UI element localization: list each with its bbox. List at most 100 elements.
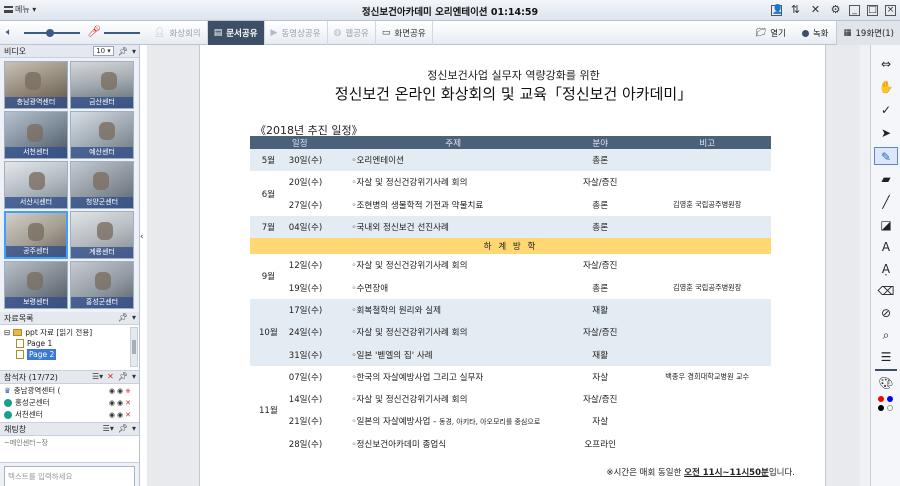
participant-item[interactable]: 서천센터 ◉◉✕ bbox=[4, 409, 135, 421]
slider-handle[interactable] bbox=[46, 29, 54, 37]
color-swatch-blue[interactable] bbox=[887, 396, 893, 402]
table-row: 19일(수) ◦수면장애 총론 김영훈 국립공주병원장 bbox=[250, 276, 771, 299]
minimize-icon[interactable]: _ bbox=[849, 4, 860, 16]
pin-icon[interactable]: 📌︎ bbox=[118, 424, 128, 433]
video-cell[interactable]: 서산시센터 bbox=[4, 161, 68, 209]
note-cell bbox=[643, 298, 771, 322]
monitor-icon: ▭ bbox=[381, 28, 391, 38]
highlighter-icon[interactable]: ▰ bbox=[874, 170, 898, 188]
play-icon: ▶ bbox=[270, 28, 278, 38]
expand-arrows-icon[interactable]: ⇔ bbox=[874, 55, 898, 73]
tab-video-share[interactable]: ▶ 동영상공유 bbox=[265, 21, 328, 45]
pin-icon[interactable]: 📌︎ bbox=[118, 313, 128, 322]
date-cell: 17일(수) bbox=[286, 298, 350, 322]
video-cell[interactable]: 공주센터 bbox=[4, 211, 68, 259]
transfer-icon[interactable]: ⇅ bbox=[789, 3, 802, 17]
collapse-panel-icon[interactable]: ‹ bbox=[140, 230, 147, 244]
line-width-icon[interactable]: ☰ bbox=[874, 348, 898, 366]
dropdown-icon[interactable]: ▾ bbox=[132, 372, 136, 381]
user-icon[interactable]: 👤 bbox=[771, 4, 783, 16]
video-count-select[interactable]: 10 ▾ bbox=[93, 46, 114, 56]
record-button[interactable]: 녹화 bbox=[794, 27, 837, 39]
speaker-volume-slider[interactable] bbox=[24, 29, 80, 37]
zoom-icon[interactable]: ⌕ bbox=[874, 326, 898, 344]
category-cell: 자살/증진 bbox=[556, 387, 644, 411]
tab-document-share[interactable]: ▤ 문서공유 bbox=[207, 21, 265, 45]
category-cell: 총론 bbox=[556, 193, 644, 216]
table-row: 6월 20일(수) ◦자살 및 정신건강위기사례 회의 자살/증진 bbox=[250, 171, 771, 216]
line-icon[interactable]: ╱ bbox=[874, 193, 898, 211]
date-cell: 21일(수) bbox=[286, 410, 350, 433]
video-cell[interactable]: 계룡센터 bbox=[70, 211, 134, 259]
color-swatch-black[interactable] bbox=[878, 405, 884, 411]
topic-cell: ◦자살 및 정신건강위기사례 회의 bbox=[349, 254, 557, 277]
video-grid: 충남광역센터 금산센터 서천센터 예산센터 서산시센터 청양군센터 공주센터 계… bbox=[0, 58, 139, 312]
page-icon bbox=[16, 350, 24, 359]
document-scrollbar[interactable] bbox=[860, 45, 870, 486]
tab-video-conference[interactable]: 👤︎ 화상회의 bbox=[148, 21, 208, 45]
page-layout-button[interactable]: ▦ 19화면(1) bbox=[836, 21, 900, 45]
palette-icon[interactable]: 🎨︎ bbox=[874, 374, 898, 392]
text-icon[interactable]: A bbox=[874, 238, 898, 256]
close-icon[interactable]: × bbox=[885, 4, 896, 16]
scroll-thumb[interactable] bbox=[132, 340, 136, 354]
tree-page[interactable]: Page 1 bbox=[4, 338, 135, 349]
dropdown-icon[interactable]: ▾ bbox=[132, 47, 136, 56]
topic-cell: ◦오리엔테이션 bbox=[349, 149, 557, 172]
color-swatch-red[interactable] bbox=[878, 396, 884, 402]
pin-icon[interactable]: 📌︎ bbox=[118, 47, 128, 56]
list-icon[interactable]: ☰▾ bbox=[92, 372, 103, 381]
topic-cell: ◦국내외 정신보건 선진사례 bbox=[349, 215, 557, 239]
check-icon[interactable]: ✓ bbox=[874, 101, 898, 119]
pin-icon[interactable]: 📌︎ bbox=[118, 372, 128, 381]
color-swatch-white[interactable] bbox=[887, 405, 893, 411]
mic-muted-icon[interactable]: ✕ bbox=[107, 372, 114, 381]
pen-icon[interactable]: ✎ bbox=[874, 147, 898, 165]
open-button[interactable]: 📁︎ 열기 bbox=[747, 27, 793, 39]
tab-screen-share[interactable]: ▭ 화면공유 bbox=[376, 21, 433, 45]
participant-status-icons: ◉◉✕ bbox=[108, 411, 133, 419]
video-cell[interactable]: 홍성군센터 bbox=[70, 261, 134, 309]
main-toolbar: 🔈︎ 🎤︎ 👤︎ 화상회의 ▤ 문서공유 ▶ 동영상공유 ◍ 웹공유 ▭ 화면공유 📁︎ 열… bbox=[0, 21, 900, 45]
video-cell[interactable]: 청양군센터 bbox=[70, 161, 134, 209]
speaker-icon[interactable]: 🔈︎ bbox=[6, 27, 12, 38]
note-cell: 김영훈 국립공주병원장 bbox=[643, 276, 771, 299]
pointer-arrow-icon[interactable]: ➤ bbox=[874, 124, 898, 142]
tree-page-selected[interactable]: Page 2 bbox=[4, 349, 135, 360]
video-cell[interactable]: 충남광역센터 bbox=[4, 61, 68, 109]
video-cell[interactable]: 금산센터 bbox=[70, 61, 134, 109]
tools-icon[interactable]: ✕ bbox=[809, 3, 822, 17]
table-row: 31일(수) ◦일본 '벧엘의 집' 사례 재활 bbox=[250, 343, 771, 366]
text-style-icon[interactable]: Ạ bbox=[874, 260, 898, 278]
record-icon bbox=[801, 29, 809, 37]
title-bar-controls: 👤 ⇅ ✕ ⚙ _ □ × bbox=[771, 3, 896, 17]
document-page: 정신보건사업 실무자 역량강화를 위한 정신보건 온라인 화상회의 및 교육「정… bbox=[199, 45, 826, 486]
tab-web-share[interactable]: ◍ 웹공유 bbox=[328, 21, 376, 45]
clear-icon[interactable]: ⊘ bbox=[874, 304, 898, 322]
topic-cell: ◦자살 및 정신건강위기사례 회의 bbox=[349, 387, 557, 411]
dropdown-icon[interactable]: ▾ bbox=[132, 424, 136, 433]
eraser-icon[interactable]: ⌫ bbox=[874, 282, 898, 300]
gear-icon[interactable]: ⚙ bbox=[829, 3, 842, 17]
chat-input[interactable]: 텍스트를 입력하세요 bbox=[4, 466, 135, 486]
participant-item[interactable]: 홍성군센터 ◉◉✕ bbox=[4, 397, 135, 409]
video-section-header: 비디오 10 ▾ 📌︎ ▾ bbox=[0, 45, 139, 58]
video-cell[interactable]: 서천센터 bbox=[4, 111, 68, 159]
video-cell[interactable]: 보령센터 bbox=[4, 261, 68, 309]
mic-muted-icon[interactable]: 🎤︎ bbox=[87, 25, 101, 38]
blurred-face bbox=[97, 222, 113, 240]
hand-icon[interactable]: ✋ bbox=[874, 78, 898, 96]
tree-folder[interactable]: ⊟ ppt 자료 [읽기 전용] bbox=[4, 327, 135, 338]
list-icon[interactable]: ☰▾ bbox=[103, 424, 114, 433]
date-cell: 19일(수) bbox=[286, 276, 350, 299]
participant-item[interactable]: ♛ 충남광역센터 (◉◉⧺ bbox=[4, 385, 135, 397]
file-tree-scrollbar[interactable] bbox=[130, 327, 138, 367]
category-cell: 자살/증진 bbox=[556, 254, 644, 277]
shapes-icon[interactable]: ◪ bbox=[874, 216, 898, 234]
blurred-face bbox=[99, 122, 115, 140]
maximize-icon[interactable]: □ bbox=[867, 4, 878, 16]
dropdown-icon[interactable]: ▾ bbox=[132, 313, 136, 322]
chat-section-header: 채팅창 ☰▾ 📌︎ ▾ bbox=[0, 423, 139, 436]
mic-volume-slider[interactable] bbox=[104, 32, 140, 34]
video-cell[interactable]: 예산센터 bbox=[70, 111, 134, 159]
